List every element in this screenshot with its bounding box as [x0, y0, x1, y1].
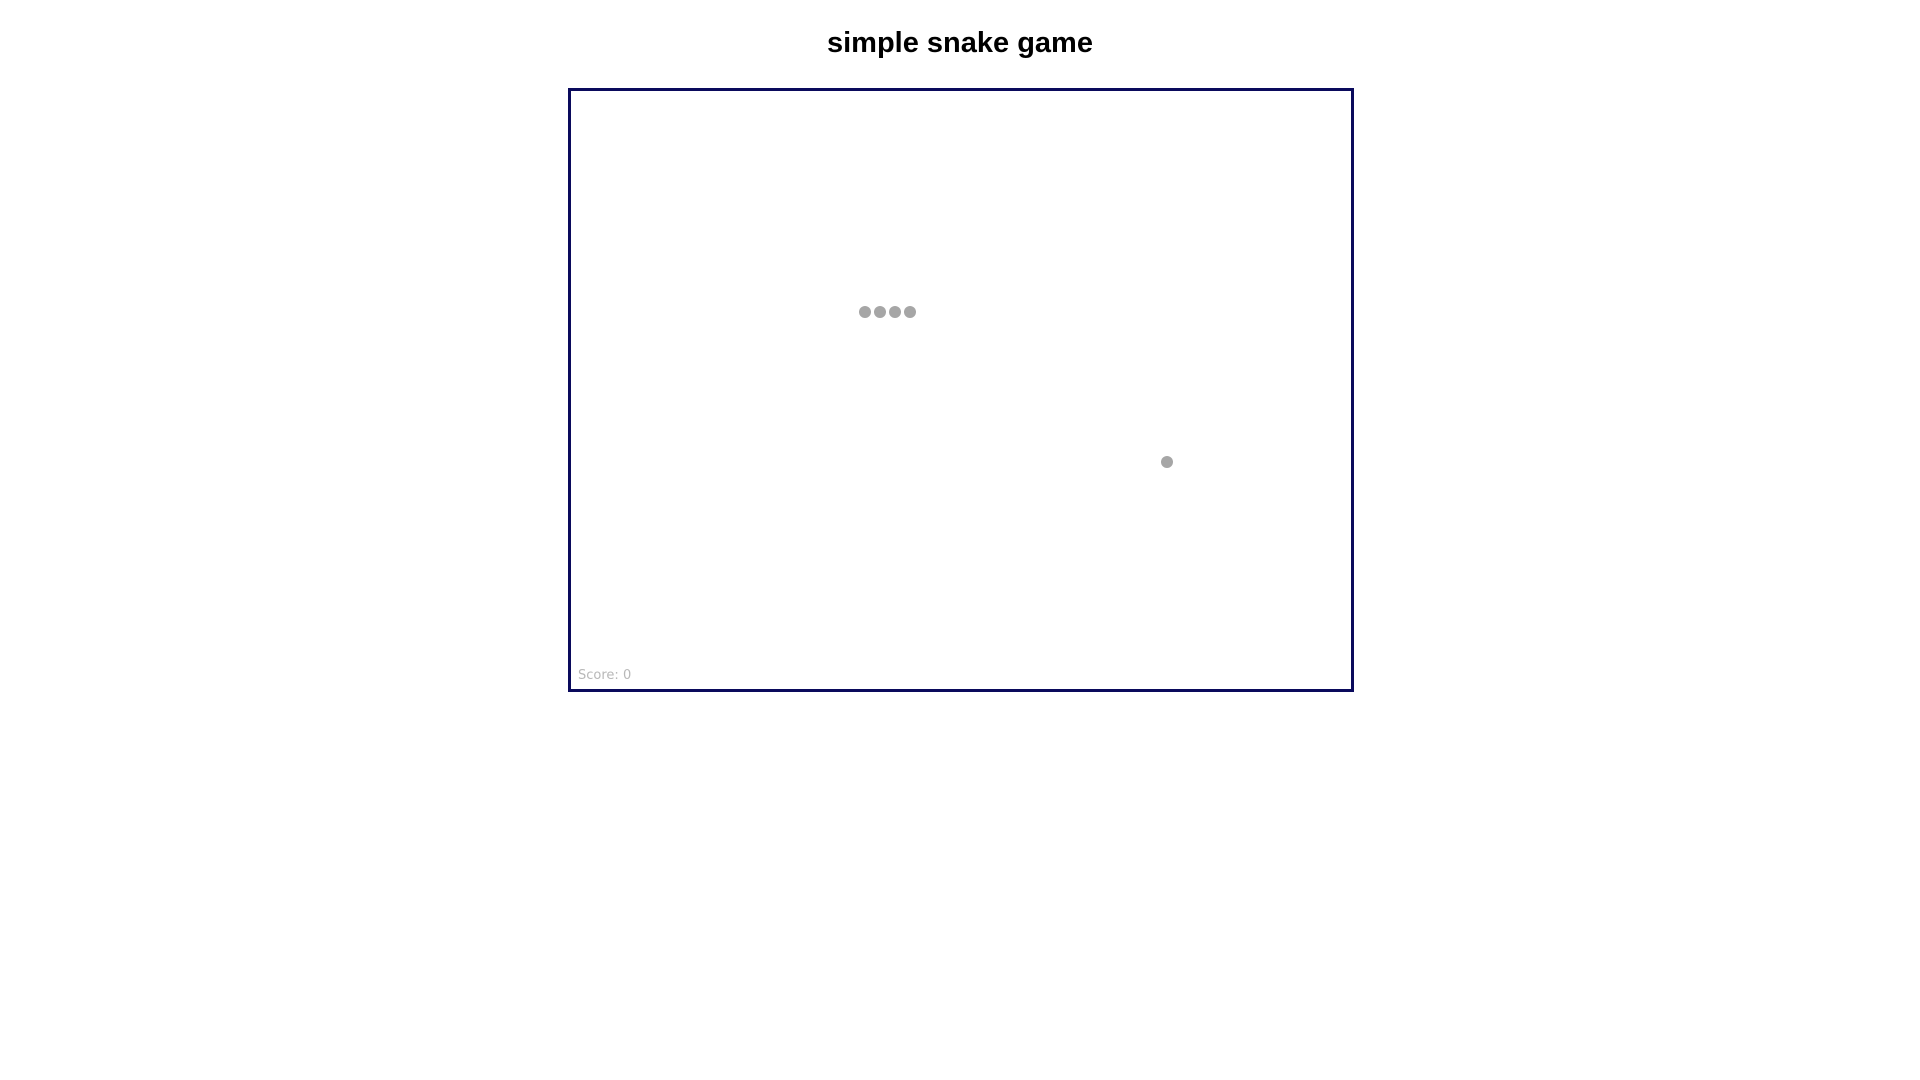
game-board[interactable]: Score: 0 — [568, 88, 1354, 692]
score-value: 0 — [622, 668, 632, 683]
snake-head — [904, 306, 916, 318]
snake-segment — [889, 306, 901, 318]
score-label: Score: — [578, 668, 619, 683]
snake-segment — [859, 306, 871, 318]
page-title: simple snake game — [827, 27, 1093, 59]
score-display: Score: 0 — [578, 668, 631, 684]
food-pellet — [1161, 456, 1173, 468]
snake-segment — [874, 306, 886, 318]
